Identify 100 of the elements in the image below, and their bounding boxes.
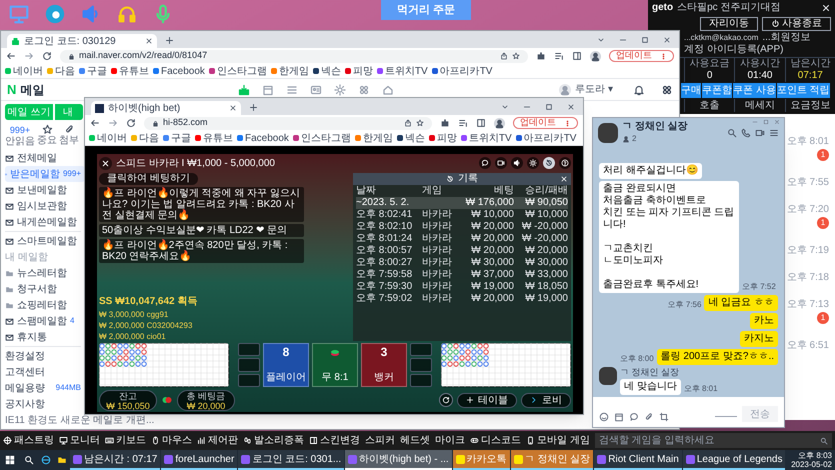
- bookmark-link[interactable]: 구글: [163, 131, 191, 145]
- launcher-item[interactable]: 발소리증폭: [243, 433, 304, 448]
- launcher-item[interactable]: 모바일 게임: [526, 433, 590, 448]
- video-call-icon[interactable]: [755, 128, 765, 138]
- mailbox-item[interactable]: 쇼핑레터함: [5, 297, 85, 313]
- mailbox-item[interactable]: 뉴스레터함: [5, 265, 85, 281]
- chevron-down-icon[interactable]: [597, 36, 605, 44]
- launcher-item[interactable]: 디스코드: [470, 433, 521, 448]
- browser-e-icon[interactable]: [41, 455, 51, 465]
- tab[interactable]: 호출: [684, 99, 734, 112]
- bookmark-link[interactable]: 넥슨: [396, 131, 425, 145]
- share-icon[interactable]: [500, 52, 508, 60]
- gear-icon[interactable]: [527, 157, 539, 169]
- update-button[interactable]: 업데이트: [609, 50, 674, 62]
- bookmark-link[interactable]: 아프리카TV: [516, 131, 576, 145]
- emoji-icon[interactable]: [599, 412, 609, 422]
- close-icon[interactable]: [229, 104, 237, 112]
- bookmark-star-icon[interactable]: [416, 119, 424, 127]
- bookmark-link[interactable]: 유튜브: [195, 131, 233, 145]
- mailbox-item[interactable]: 공지사항: [5, 396, 85, 412]
- forward-icon[interactable]: [24, 51, 34, 61]
- maximize-icon[interactable]: [641, 36, 649, 44]
- chat-icon[interactable]: [479, 157, 491, 169]
- bookmark-link[interactable]: 피망: [344, 64, 373, 78]
- bookmark-link[interactable]: Facebook: [153, 64, 205, 78]
- bookmark-link[interactable]: 트위치TV: [460, 131, 512, 145]
- back-icon[interactable]: [90, 118, 100, 128]
- home-icon[interactable]: [382, 84, 394, 96]
- launcher-item[interactable]: 모니터: [59, 433, 100, 448]
- bookmark-link[interactable]: 다음: [131, 131, 159, 145]
- bookmark-link[interactable]: 아프리카TV: [432, 64, 492, 78]
- quick-filter-label[interactable]: 중요: [37, 135, 57, 147]
- tab[interactable]: 메세지: [734, 99, 785, 112]
- bookmark-link[interactable]: 한게임: [354, 131, 393, 145]
- extensions-icon[interactable]: [440, 118, 450, 128]
- bookmark-link[interactable]: 인스타그램: [208, 64, 267, 78]
- speaker-icon[interactable]: [511, 157, 523, 169]
- launcher-item[interactable]: 마우스: [151, 433, 192, 448]
- bookmark-link[interactable]: 네이버: [89, 131, 127, 145]
- folder-icon[interactable]: [57, 455, 67, 465]
- help-icon[interactable]: [559, 157, 571, 169]
- search-icon[interactable]: [24, 455, 34, 465]
- taskbar-item[interactable]: 남은시간 : 07:17: [70, 450, 160, 470]
- new-tab-icon[interactable]: [249, 103, 258, 112]
- bookmark-link[interactable]: 트위치TV: [376, 64, 428, 78]
- close-icon[interactable]: [821, 2, 831, 12]
- refresh-icon[interactable]: [439, 393, 453, 407]
- tab[interactable]: 요금정보: [784, 99, 835, 112]
- crop-icon[interactable]: [659, 412, 669, 422]
- mailbox-item[interactable]: 내게쓴메일함: [5, 214, 85, 230]
- taskbar-item[interactable]: Riot Client Main: [594, 450, 682, 470]
- bookmark-link[interactable]: 피망: [428, 131, 457, 145]
- user-name[interactable]: 루도라 ▾: [575, 82, 613, 97]
- taskbar-item[interactable]: 하이벳(high bet) - ...: [345, 450, 452, 470]
- taskbar-item[interactable]: League of Legends: [682, 450, 786, 470]
- launcher-item[interactable]: 스피커: [365, 433, 395, 448]
- table-button[interactable]: 테이블: [457, 392, 517, 408]
- launcher-item[interactable]: 제어판: [197, 433, 238, 448]
- unread-count[interactable]: 999+: [10, 124, 30, 136]
- contact-card-icon[interactable]: [310, 84, 322, 96]
- end-session-button[interactable]: 사용종료: [762, 16, 831, 30]
- profile-icon[interactable]: [494, 118, 505, 128]
- paperclip-icon[interactable]: [64, 124, 74, 135]
- bookmark-link[interactable]: 네이버: [5, 64, 43, 78]
- maximize-icon[interactable]: [763, 119, 769, 125]
- bell-icon[interactable]: [633, 84, 645, 96]
- bet-spot[interactable]: 무 8:1: [312, 343, 358, 387]
- launcher-item[interactable]: 헤드셋: [400, 433, 430, 448]
- chevron-down-icon[interactable]: [501, 103, 509, 111]
- share-icon[interactable]: [404, 119, 412, 127]
- mailbox-item[interactable]: 받은메일함 999+: [5, 166, 85, 182]
- launcher-item[interactable]: 패스트링: [3, 433, 54, 448]
- quick-filter-label[interactable]: 첨부: [59, 135, 79, 147]
- reload-icon[interactable]: [126, 118, 136, 128]
- video-icon[interactable]: [495, 157, 507, 169]
- side-panel-icon[interactable]: [476, 118, 486, 128]
- apps-icon[interactable]: [661, 84, 673, 96]
- register-link[interactable]: 계정 아이디등록(APP): [684, 44, 784, 56]
- mailbox-item[interactable]: 보낸메일함: [5, 182, 85, 198]
- mailbox-item[interactable]: 스마트메일함: [5, 233, 85, 249]
- star-icon[interactable]: [42, 124, 52, 135]
- extensions-icon[interactable]: [536, 51, 546, 61]
- search-field[interactable]: 검색할 게임을 입력하세요: [594, 433, 832, 448]
- bet-prompt-button[interactable]: 클릭하여 베팅하기: [99, 173, 198, 185]
- member-info-link[interactable]: ...회원정보: [762, 32, 811, 44]
- close-icon[interactable]: [145, 37, 153, 45]
- close-icon[interactable]: [99, 156, 112, 170]
- update-button[interactable]: 업데이트: [513, 117, 578, 129]
- mailbox-item[interactable]: 임시보관함: [5, 198, 85, 214]
- mailbox-item[interactable]: 전체메일: [5, 150, 85, 166]
- quick-filter-label[interactable]: 안읽음: [5, 136, 35, 148]
- address-bar[interactable]: mail.naver.com/v2/read/0/81047: [60, 50, 528, 62]
- bookmark-link[interactable]: 구글: [79, 64, 107, 78]
- profile-icon[interactable]: [590, 50, 601, 62]
- back-icon[interactable]: [6, 51, 16, 61]
- side-panel-icon[interactable]: [572, 51, 582, 61]
- calendar-icon[interactable]: [614, 412, 624, 422]
- reload-icon[interactable]: [42, 51, 52, 61]
- mailbox-item[interactable]: 스팸메일함 4: [5, 313, 85, 329]
- calendar-icon[interactable]: [262, 84, 274, 96]
